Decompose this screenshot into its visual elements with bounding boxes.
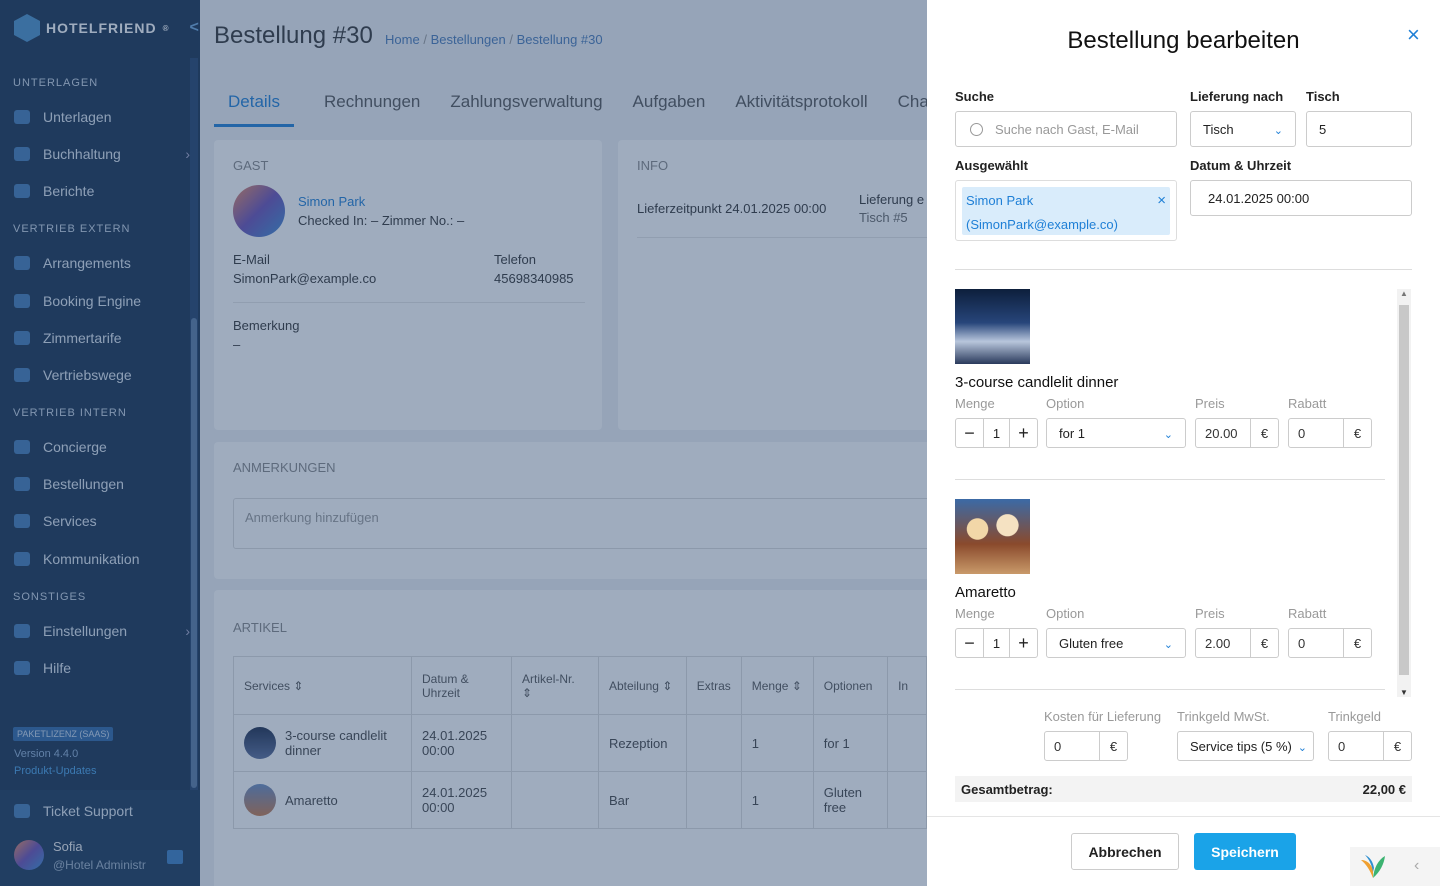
decrement-button[interactable]: −: [956, 629, 983, 657]
table-label: Tisch: [1306, 89, 1340, 104]
tip-vat-value: Service tips (5 %): [1190, 738, 1292, 754]
scrollbar-thumb[interactable]: [1399, 305, 1409, 675]
tip-vat-select[interactable]: Service tips (5 %) ⌄: [1177, 731, 1314, 761]
currency-addon: €: [1099, 732, 1127, 760]
dinner-image: [955, 289, 1030, 364]
datetime-input[interactable]: 24.01.2025 00:00: [1190, 180, 1412, 216]
chevron-down-icon: ⌄: [1163, 429, 1173, 441]
edit-order-panel: Bestellung bearbeiten × Suche Suche nach…: [927, 0, 1440, 886]
delivery-label: Lieferung nach: [1190, 89, 1284, 104]
currency-addon: €: [1383, 732, 1411, 760]
delivery-cost-value: 0: [1054, 738, 1062, 754]
divider: [927, 816, 1440, 817]
delivery-select[interactable]: Tisch ⌄: [1190, 111, 1296, 147]
tip-vat-label: Trinkgeld MwSt.: [1177, 709, 1270, 724]
datetime-label: Datum & Uhrzeit: [1190, 158, 1292, 173]
delivery-select-value: Tisch: [1203, 121, 1234, 137]
price-value: 20.00: [1205, 425, 1238, 441]
increment-button[interactable]: +: [1010, 629, 1037, 657]
qty-label: Menge: [955, 396, 995, 411]
item-name: 3-course candlelit dinner: [955, 374, 1119, 391]
total-row: Gesamtbetrag: 22,00 €: [955, 776, 1412, 802]
chevron-down-icon: ⌄: [1163, 639, 1173, 651]
currency-addon: €: [1250, 629, 1278, 657]
total-label: Gesamtbetrag:: [961, 781, 1053, 797]
option-label: Option: [1046, 606, 1085, 621]
option-select-value: for 1: [1059, 425, 1086, 441]
delivery-cost-label: Kosten für Lieferung: [1044, 709, 1162, 724]
discount-input[interactable]: 0 €: [1288, 418, 1372, 448]
items-scrollbar[interactable]: ▲ ▼: [1397, 289, 1411, 697]
selected-guest-email: (SimonPark@example.co): [966, 217, 1118, 232]
save-button[interactable]: Speichern: [1194, 833, 1296, 870]
discount-label: Rabatt: [1288, 396, 1327, 411]
leaf-logo-icon: [1361, 855, 1385, 878]
chevron-down-icon: ⌄: [1273, 125, 1283, 137]
datetime-value: 24.01.2025 00:00: [1208, 190, 1310, 206]
discount-value: 0: [1298, 635, 1306, 651]
selected-guest-name: Simon Park: [966, 193, 1034, 208]
cancel-button[interactable]: Abbrechen: [1071, 833, 1179, 870]
quantity-value[interactable]: 1: [983, 419, 1010, 447]
currency-addon: €: [1343, 629, 1371, 657]
search-input[interactable]: Suche nach Gast, E-Mail: [955, 111, 1177, 147]
discount-label: Rabatt: [1288, 606, 1327, 621]
chevron-down-icon: ⌄: [1297, 742, 1307, 754]
scroll-up-icon[interactable]: ▲: [1400, 289, 1408, 298]
discount-value: 0: [1298, 425, 1306, 441]
search-placeholder: Suche nach Gast, E-Mail: [995, 121, 1139, 137]
panel-title: Bestellung bearbeiten: [1067, 27, 1300, 54]
price-value: 2.00: [1205, 635, 1231, 651]
quantity-stepper: − 1 +: [955, 628, 1038, 658]
divider: [955, 479, 1385, 480]
amaretto-image: [955, 499, 1030, 574]
tip-input[interactable]: 0 €: [1328, 731, 1412, 761]
option-select[interactable]: Gluten free ⌄: [1046, 628, 1186, 658]
search-label: Suche: [955, 89, 995, 104]
currency-addon: €: [1343, 419, 1371, 447]
increment-button[interactable]: +: [1010, 419, 1037, 447]
support-widget[interactable]: ‹: [1350, 847, 1440, 886]
decrement-button[interactable]: −: [956, 419, 983, 447]
option-select[interactable]: for 1 ⌄: [1046, 418, 1186, 448]
modal-backdrop[interactable]: [0, 0, 927, 886]
price-input[interactable]: 2.00 €: [1195, 628, 1279, 658]
price-input[interactable]: 20.00 €: [1195, 418, 1279, 448]
delivery-cost-input[interactable]: 0 €: [1044, 731, 1128, 761]
table-number-value: 5: [1319, 121, 1327, 137]
divider: [955, 689, 1385, 690]
option-label: Option: [1046, 396, 1085, 411]
scroll-down-icon[interactable]: ▼: [1400, 688, 1408, 697]
discount-input[interactable]: 0 €: [1288, 628, 1372, 658]
close-icon[interactable]: ×: [1407, 22, 1420, 48]
price-label: Preis: [1195, 606, 1225, 621]
table-number-input[interactable]: 5: [1306, 111, 1412, 147]
currency-addon: €: [1250, 419, 1278, 447]
chevron-left-icon[interactable]: ‹: [1414, 857, 1419, 875]
total-value: 22,00 €: [1362, 781, 1406, 797]
qty-label: Menge: [955, 606, 995, 621]
tip-value: 0: [1338, 738, 1346, 754]
item-name: Amaretto: [955, 584, 1016, 601]
divider: [955, 269, 1412, 270]
selected-guest-tag: Simon Park (SimonPark@example.co) ×: [962, 187, 1170, 235]
selected-label: Ausgewählt: [955, 158, 1028, 173]
quantity-stepper: − 1 +: [955, 418, 1038, 448]
price-label: Preis: [1195, 396, 1225, 411]
tip-label: Trinkgeld: [1328, 709, 1381, 724]
remove-tag-icon[interactable]: ×: [1157, 189, 1166, 213]
option-select-value: Gluten free: [1059, 635, 1124, 651]
quantity-value[interactable]: 1: [983, 629, 1010, 657]
search-icon: [970, 122, 983, 136]
